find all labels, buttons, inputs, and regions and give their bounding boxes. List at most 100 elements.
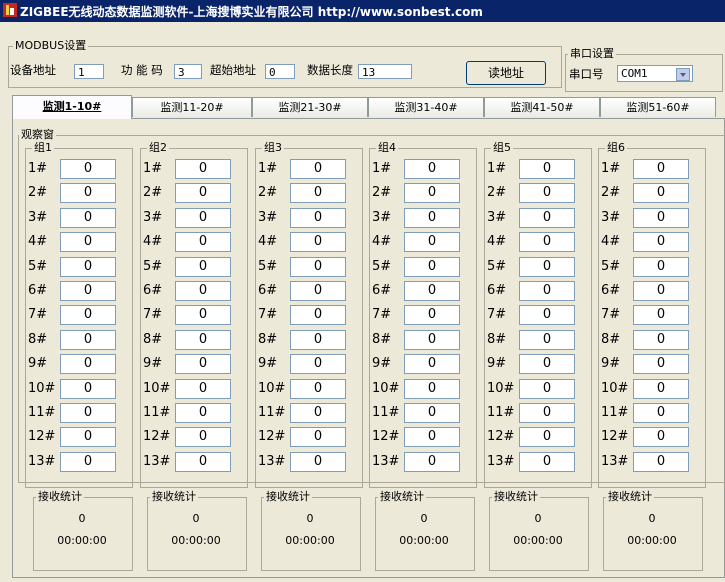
sensor-value-field[interactable]: 0: [290, 281, 346, 301]
sensor-value-field[interactable]: 0: [519, 183, 575, 204]
sensor-value-field[interactable]: 0: [404, 207, 460, 228]
sensor-value-field[interactable]: 0: [404, 329, 460, 350]
sensor-value-field[interactable]: 0: [519, 403, 575, 423]
sensor-value-field[interactable]: 0: [404, 451, 460, 472]
sensor-value-field[interactable]: 0: [175, 329, 231, 350]
sensor-value-field[interactable]: 0: [290, 378, 346, 399]
function-code-input[interactable]: 3: [174, 64, 202, 79]
tab-monitor-11-20[interactable]: 监测11-20#: [132, 97, 252, 117]
sensor-value-field[interactable]: 0: [290, 427, 346, 448]
sensor-value-field[interactable]: 0: [60, 354, 116, 375]
sensor-value-field[interactable]: 0: [290, 329, 346, 350]
sensor-value-field[interactable]: 0: [290, 232, 346, 253]
sensor-value-field[interactable]: 0: [290, 403, 346, 423]
serial-port-select[interactable]: COM1: [617, 65, 693, 82]
sensor-value-field[interactable]: 0: [633, 281, 689, 301]
sensor-row: 7# 0: [26, 305, 126, 326]
device-address-input[interactable]: 1: [74, 64, 104, 79]
sensor-value-field[interactable]: 0: [519, 354, 575, 375]
sensor-value-field[interactable]: 0: [175, 256, 231, 277]
sensor-value-field[interactable]: 0: [175, 207, 231, 228]
sensor-row: 5# 0: [485, 256, 585, 277]
sensor-value-field[interactable]: 0: [633, 183, 689, 204]
read-address-button[interactable]: 读地址: [466, 61, 546, 85]
sensor-value-field[interactable]: 0: [60, 451, 116, 472]
sensor-value-field[interactable]: 0: [60, 183, 116, 204]
sensor-value-field[interactable]: 0: [290, 305, 346, 326]
sensor-value-field[interactable]: 0: [404, 159, 460, 179]
sensor-value-field[interactable]: 0: [519, 281, 575, 301]
sensor-label: 11#: [143, 405, 171, 420]
sensor-label: 8#: [258, 331, 278, 347]
sensor-value-field[interactable]: 0: [60, 329, 116, 350]
sensor-value-field[interactable]: 0: [60, 207, 116, 228]
sensor-value-field[interactable]: 0: [175, 232, 231, 253]
sensor-value-field[interactable]: 0: [175, 159, 231, 179]
sensor-value-field[interactable]: 0: [60, 305, 116, 326]
sensor-value-field[interactable]: 0: [633, 305, 689, 326]
sensor-value-field[interactable]: 0: [519, 232, 575, 253]
tab-monitor-1-10[interactable]: 监测1-10#: [12, 95, 132, 119]
sensor-value-field[interactable]: 0: [633, 378, 689, 399]
sensor-value-field[interactable]: 0: [60, 403, 116, 423]
sensor-value-field[interactable]: 0: [519, 256, 575, 277]
sensor-label: 1#: [372, 161, 392, 176]
sensor-value-field[interactable]: 0: [519, 207, 575, 228]
sensor-value-field[interactable]: 0: [290, 183, 346, 204]
tab-monitor-41-50[interactable]: 监测41-50#: [484, 97, 600, 117]
sensor-value-field[interactable]: 0: [60, 378, 116, 399]
sensor-value-field[interactable]: 0: [519, 329, 575, 350]
sensor-value-field[interactable]: 0: [60, 281, 116, 301]
start-address-input[interactable]: 0: [265, 64, 295, 79]
sensor-value-field[interactable]: 0: [404, 256, 460, 277]
sensor-value-field[interactable]: 0: [175, 427, 231, 448]
sensor-value-field[interactable]: 0: [290, 451, 346, 472]
tab-monitor-31-40[interactable]: 监测31-40#: [368, 97, 484, 117]
sensor-value-field[interactable]: 0: [404, 232, 460, 253]
sensor-value-field[interactable]: 0: [60, 256, 116, 277]
sensor-value-field[interactable]: 0: [290, 256, 346, 277]
sensor-value-field[interactable]: 0: [404, 281, 460, 301]
sensor-value-field[interactable]: 0: [175, 183, 231, 204]
sensor-value-field[interactable]: 0: [290, 207, 346, 228]
serial-port-label: 串口号: [569, 67, 604, 81]
chevron-down-icon[interactable]: [676, 68, 690, 81]
sensor-value-field[interactable]: 0: [519, 378, 575, 399]
sensor-value-field[interactable]: 0: [633, 354, 689, 375]
sensor-value-field[interactable]: 0: [175, 378, 231, 399]
tab-monitor-21-30[interactable]: 监测21-30#: [252, 97, 368, 117]
sensor-value-field[interactable]: 0: [519, 427, 575, 448]
sensor-value-field[interactable]: 0: [519, 159, 575, 179]
sensor-label: 13#: [372, 453, 400, 469]
sensor-row: 11# 0: [370, 403, 470, 423]
sensor-value-field[interactable]: 0: [175, 354, 231, 375]
sensor-value-field[interactable]: 0: [519, 305, 575, 326]
sensor-value-field[interactable]: 0: [290, 159, 346, 179]
sensor-value-field[interactable]: 0: [404, 403, 460, 423]
sensor-value-field[interactable]: 0: [404, 305, 460, 326]
receive-count: 0: [192, 512, 200, 525]
sensor-value-field[interactable]: 0: [60, 427, 116, 448]
tab-monitor-51-60[interactable]: 监测51-60#: [600, 97, 716, 117]
sensor-value-field[interactable]: 0: [175, 451, 231, 472]
sensor-value-field[interactable]: 0: [404, 427, 460, 448]
sensor-value-field[interactable]: 0: [633, 232, 689, 253]
sensor-value-field[interactable]: 0: [633, 427, 689, 448]
sensor-value-field[interactable]: 0: [404, 378, 460, 399]
sensor-value-field[interactable]: 0: [633, 451, 689, 472]
sensor-value-field[interactable]: 0: [519, 451, 575, 472]
sensor-value-field[interactable]: 0: [175, 403, 231, 423]
sensor-value-field[interactable]: 0: [60, 232, 116, 253]
sensor-value-field[interactable]: 0: [175, 281, 231, 301]
sensor-value-field[interactable]: 0: [633, 403, 689, 423]
sensor-value-field[interactable]: 0: [633, 159, 689, 179]
sensor-value-field[interactable]: 0: [404, 183, 460, 204]
data-length-input[interactable]: 13: [358, 64, 412, 79]
sensor-value-field[interactable]: 0: [633, 207, 689, 228]
sensor-value-field[interactable]: 0: [633, 329, 689, 350]
sensor-value-field[interactable]: 0: [175, 305, 231, 326]
sensor-value-field[interactable]: 0: [290, 354, 346, 375]
sensor-value-field[interactable]: 0: [633, 256, 689, 277]
sensor-value-field[interactable]: 0: [404, 354, 460, 375]
sensor-value-field[interactable]: 0: [60, 159, 116, 179]
